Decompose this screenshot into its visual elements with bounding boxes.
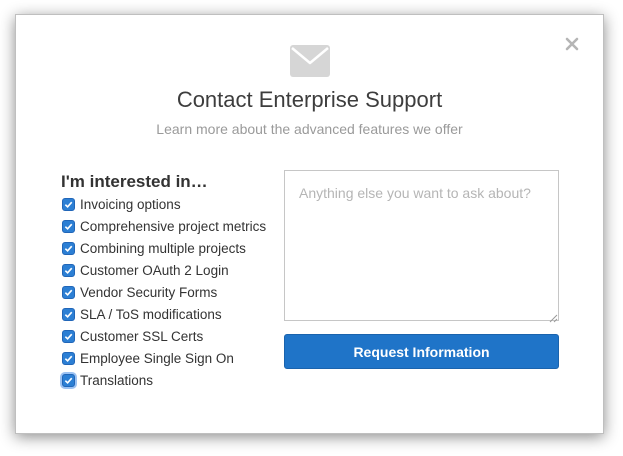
option-vendor-security[interactable]: Vendor Security Forms [62,281,266,303]
checkbox[interactable] [62,307,75,321]
checkbox[interactable] [62,263,75,277]
option-label: SLA / ToS modifications [80,306,222,322]
checkbox[interactable] [62,373,75,387]
checkbox[interactable] [62,219,75,233]
option-label: Customer OAuth 2 Login [80,262,229,278]
resize-grip-icon[interactable] [549,310,558,323]
option-label: Customer SSL Certs [80,328,204,344]
interest-options: Invoicing options Comprehensive project … [62,193,266,391]
request-information-button[interactable]: Request Information [284,334,559,369]
option-label: Combining multiple projects [80,240,246,256]
checkbox[interactable] [62,241,75,255]
option-ssl-certs[interactable]: Customer SSL Certs [62,325,266,347]
checkbox[interactable] [62,329,75,343]
option-label: Vendor Security Forms [80,284,218,300]
contact-dialog: Contact Enterprise Support Learn more ab… [15,14,604,434]
interests-heading: I'm interested in… [61,172,208,191]
dialog-subtitle: Learn more about the advanced features w… [156,121,463,137]
checkbox[interactable] [62,285,75,299]
option-sla-tos[interactable]: SLA / ToS modifications [62,303,266,325]
close-icon[interactable] [565,37,579,51]
option-project-metrics[interactable]: Comprehensive project metrics [62,215,266,237]
dialog-title: Contact Enterprise Support [176,87,443,112]
option-combining-projects[interactable]: Combining multiple projects [62,237,266,259]
option-translations[interactable]: Translations [62,369,266,391]
checkbox[interactable] [62,351,75,365]
question-textarea[interactable] [284,170,559,321]
envelope-icon [290,45,330,77]
option-oauth-login[interactable]: Customer OAuth 2 Login [62,259,266,281]
checkbox[interactable] [62,197,75,211]
option-sso[interactable]: Employee Single Sign On [62,347,266,369]
option-label: Invoicing options [80,196,181,212]
option-label: Comprehensive project metrics [80,218,267,234]
option-invoicing[interactable]: Invoicing options [62,193,266,215]
option-label: Translations [80,372,154,388]
option-label: Employee Single Sign On [80,350,234,366]
